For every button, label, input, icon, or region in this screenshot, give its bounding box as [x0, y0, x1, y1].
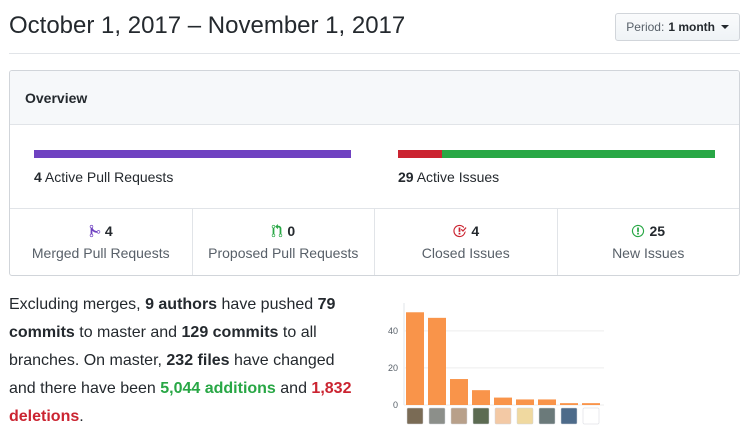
- active-pull-requests-caption: 4 Active Pull Requests: [34, 169, 351, 185]
- page-header: October 1, 2017 – November 1, 2017 Perio…: [9, 0, 740, 54]
- overview-stats: 4 Merged Pull Requests 0 Proposed Pull R…: [10, 209, 739, 275]
- chart-bar: [406, 312, 424, 405]
- closed-issue-icon: [452, 224, 467, 238]
- chart-bar: [494, 397, 512, 405]
- pull-requests-bar: [34, 150, 351, 158]
- contributor-avatar: [494, 407, 512, 425]
- proposed-pr-icon: [271, 224, 283, 238]
- contributor-avatar: [560, 407, 578, 425]
- active-pull-requests-count: 4: [34, 169, 42, 185]
- summary-text-1: Excluding merges,: [9, 296, 146, 313]
- overview-bars: 4 Active Pull Requests 29 Active Issues: [10, 125, 739, 209]
- chart-y-tick-label: 40: [388, 326, 398, 336]
- active-issues[interactable]: 29 Active Issues: [398, 150, 715, 185]
- summary-text-3: to master and: [74, 324, 182, 341]
- active-pull-requests[interactable]: 4 Active Pull Requests: [34, 150, 351, 185]
- closed-issues-label: Closed Issues: [421, 245, 510, 261]
- contributor-avatar: [516, 407, 534, 425]
- active-issues-count: 29: [398, 169, 414, 185]
- contributor-avatar: [538, 407, 556, 425]
- period-dropdown-button[interactable]: Period: 1 month: [615, 13, 740, 41]
- stat-proposed-pull-requests[interactable]: 0 Proposed Pull Requests: [193, 209, 375, 275]
- active-issues-caption: 29 Active Issues: [398, 169, 715, 185]
- stat-new-issues[interactable]: 25 New Issues: [558, 209, 740, 275]
- contributor-avatar: [582, 407, 600, 425]
- chart-y-tick-label: 20: [388, 363, 398, 373]
- new-issue-icon: [631, 224, 645, 238]
- stat-merged-pull-requests[interactable]: 4 Merged Pull Requests: [10, 209, 193, 275]
- summary-text-6: and: [275, 380, 312, 397]
- issues-bar-open-segment: [441, 150, 715, 158]
- proposed-pr-value: 0: [287, 223, 296, 239]
- active-pull-requests-label: Active Pull Requests: [44, 169, 174, 185]
- new-issues-label: New Issues: [612, 245, 685, 261]
- chart-bar: [516, 399, 534, 405]
- summary-text-2: have pushed: [217, 296, 318, 313]
- chart-bar: [428, 317, 446, 405]
- active-issues-label: Active Issues: [416, 169, 500, 185]
- chart-bar: [582, 403, 600, 405]
- chart-bar: [450, 379, 468, 405]
- issues-bar-closed-segment: [398, 150, 442, 158]
- merged-pr-icon: [89, 224, 101, 238]
- contributor-avatar: [406, 407, 424, 425]
- caret-down-icon: [721, 25, 729, 29]
- chart-bar: [472, 390, 490, 405]
- merged-pr-value: 4: [104, 223, 113, 239]
- chart-bar: [538, 399, 556, 405]
- summary-files: 232 files: [166, 352, 230, 369]
- overview-header: Overview: [10, 71, 739, 125]
- period-value: 1 month: [668, 20, 715, 34]
- stat-closed-issues[interactable]: 4 Closed Issues: [375, 209, 558, 275]
- contributor-avatar: [428, 407, 446, 425]
- contributors-chart: 0 20 40: [388, 303, 604, 425]
- period-label: Period:: [626, 20, 665, 34]
- chart-y-tick-label: 0: [393, 400, 398, 410]
- pull-requests-bar-fill: [34, 150, 351, 158]
- date-range-title: October 1, 2017 – November 1, 2017: [9, 12, 406, 39]
- summary-text-7: .: [79, 408, 84, 425]
- overview-title: Overview: [25, 89, 88, 106]
- issues-bar: [398, 150, 715, 158]
- proposed-pr-label: Proposed Pull Requests: [208, 245, 359, 261]
- chart-bar: [560, 403, 578, 405]
- overview-panel: Overview 4 Active Pull Requests 29 Activ…: [9, 70, 740, 276]
- summary-authors[interactable]: 9 authors: [145, 296, 217, 313]
- contributor-avatar: [472, 407, 490, 425]
- summary-commits-all: 129 commits: [181, 324, 279, 341]
- merged-pr-label: Merged Pull Requests: [31, 245, 170, 261]
- commit-summary: Excluding merges, 9 authors have pushed …: [9, 291, 361, 431]
- summary-additions: 5,044 additions: [160, 380, 276, 397]
- closed-issues-value: 4: [471, 223, 480, 239]
- contributor-avatar: [450, 407, 468, 425]
- new-issues-value: 25: [649, 223, 666, 239]
